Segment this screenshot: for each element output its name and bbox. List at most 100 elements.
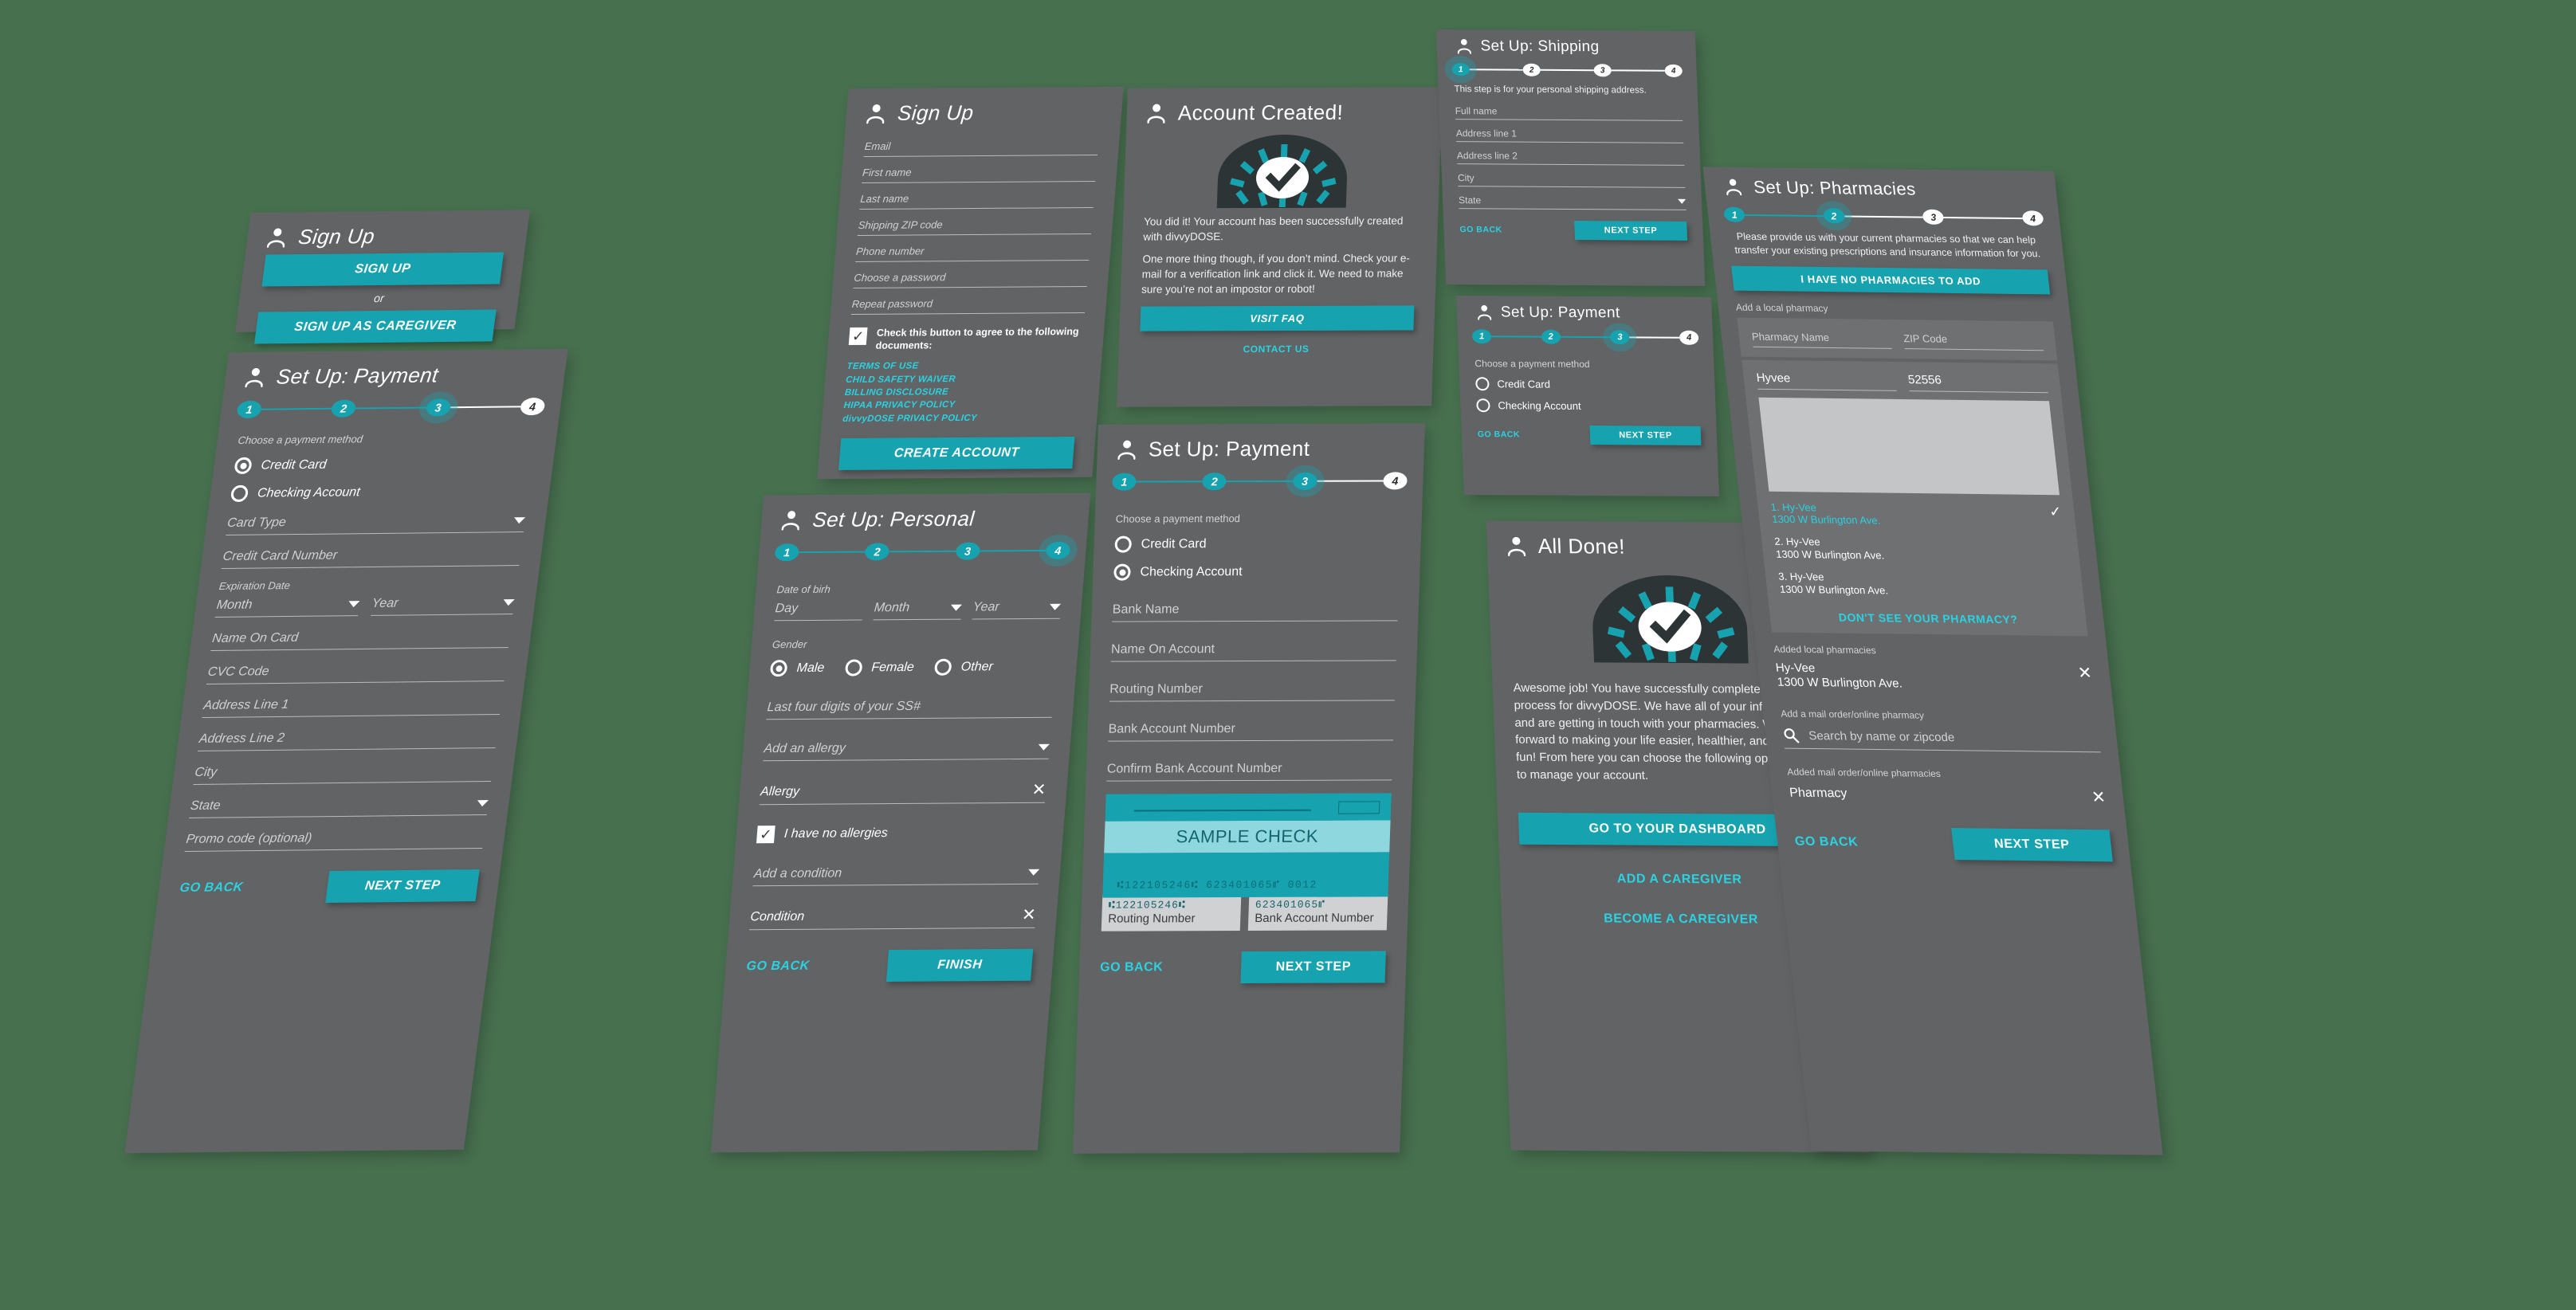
condition-chip[interactable]: Condition ✕: [749, 904, 1037, 931]
repeat-password-input[interactable]: Repeat password: [850, 294, 1086, 316]
radio-checking-account[interactable]: Checking Account: [230, 482, 530, 502]
pharmacy-map[interactable]: [1758, 397, 2060, 495]
name-on-account-input[interactable]: Name On Account: [1110, 640, 1397, 662]
full-name-input[interactable]: Full name: [1455, 104, 1683, 121]
routing-number-input[interactable]: Routing Number: [1109, 680, 1396, 702]
step-3[interactable]: 3: [1593, 64, 1612, 77]
step-4[interactable]: 4: [1664, 64, 1683, 77]
step-1[interactable]: 1: [774, 543, 800, 562]
radio-gender-female[interactable]: Female: [844, 659, 914, 677]
step-1[interactable]: 1: [1471, 329, 1492, 344]
next-step-button[interactable]: NEXT STEP: [1574, 220, 1688, 241]
doc-link-billing-disclosure[interactable]: BILLING DISCLOSURE: [844, 385, 1078, 399]
step-1[interactable]: 1: [1451, 63, 1470, 76]
credit-card-number-input[interactable]: Credit Card Number: [221, 545, 522, 569]
step-4[interactable]: 4: [519, 398, 546, 416]
bank-account-number-input[interactable]: Bank Account Number: [1108, 720, 1395, 742]
close-icon[interactable]: ✕: [1021, 906, 1036, 924]
city-input[interactable]: City: [1457, 171, 1686, 188]
doc-link-child-safety-waiver[interactable]: CHILD SAFETY WAIVER: [846, 372, 1080, 386]
doc-link-terms-of-use[interactable]: TERMS OF USE: [846, 359, 1081, 373]
radio-gender-male[interactable]: Male: [769, 660, 825, 677]
go-back-link[interactable]: GO BACK: [1100, 960, 1164, 975]
city-input[interactable]: City: [193, 761, 494, 785]
phone-number-input[interactable]: Phone number: [855, 241, 1091, 263]
radio-credit-card[interactable]: Credit Card: [234, 454, 533, 474]
cvc-code-input[interactable]: CVC Code: [206, 661, 507, 684]
radio-checking-account[interactable]: Checking Account: [1113, 563, 1400, 581]
step-2[interactable]: 2: [330, 399, 357, 418]
doc-link-hipaa-privacy-policy[interactable]: HIPAA PRIVACY POLICY: [843, 398, 1078, 412]
add-allergy-select[interactable]: Add an allergy: [763, 738, 1050, 762]
radio-credit-card[interactable]: Credit Card: [1114, 535, 1400, 553]
step-2[interactable]: 2: [1822, 208, 1845, 224]
step-2[interactable]: 2: [1202, 473, 1227, 491]
dont-see-pharmacy-link[interactable]: DON'T SEE YOUR PHARMACY?: [1782, 610, 2074, 626]
step-4[interactable]: 4: [1045, 541, 1071, 559]
go-back-link[interactable]: GO BACK: [1478, 429, 1521, 439]
step-1[interactable]: 1: [236, 400, 263, 419]
promo-code-input[interactable]: Promo code (optional): [184, 828, 485, 852]
step-3[interactable]: 3: [425, 398, 452, 417]
state-select[interactable]: State: [1458, 193, 1687, 210]
address-line-1-input[interactable]: Address Line 1: [202, 694, 503, 718]
create-account-button[interactable]: CREATE ACCOUNT: [838, 436, 1075, 470]
radio-credit-card[interactable]: Credit Card: [1475, 377, 1699, 392]
go-back-link[interactable]: GO BACK: [1459, 225, 1502, 234]
radio-checking-account[interactable]: Checking Account: [1476, 398, 1700, 414]
step-3[interactable]: 3: [1292, 472, 1317, 490]
dob-year-select[interactable]: Year: [972, 598, 1062, 620]
bank-name-input[interactable]: Bank Name: [1112, 600, 1399, 622]
dob-day-input[interactable]: Day: [774, 599, 864, 622]
address-line-2-input[interactable]: Address line 2: [1456, 148, 1685, 166]
step-1[interactable]: 1: [1112, 473, 1137, 491]
pharmacy-name-value[interactable]: Hyvee: [1755, 369, 1897, 391]
no-allergies-checkbox-row[interactable]: ✓ I have no allergies: [756, 824, 1043, 844]
step-3[interactable]: 3: [1610, 330, 1630, 345]
choose-password-input[interactable]: Choose a password: [853, 268, 1089, 289]
close-icon[interactable]: ✕: [2091, 788, 2107, 806]
no-pharmacies-button[interactable]: I HAVE NO PHARMACIES TO ADD: [1731, 265, 2051, 294]
radio-gender-other[interactable]: Other: [933, 658, 994, 676]
allergy-chip[interactable]: Allergy ✕: [759, 779, 1047, 806]
pharmacy-name-input[interactable]: Pharmacy Name: [1750, 328, 1892, 349]
confirm-bank-account-number-input[interactable]: Confirm Bank Account Number: [1106, 759, 1393, 782]
list-item[interactable]: 3. Hy-Vee 1300 W Burlington Ave.: [1777, 571, 2071, 599]
step-3[interactable]: 3: [1922, 209, 1945, 225]
expiry-year-select[interactable]: Year: [370, 594, 516, 616]
go-back-link[interactable]: GO BACK: [179, 881, 244, 896]
agree-checkbox-row[interactable]: ✓ Check this button to agree to the foll…: [848, 326, 1084, 352]
first-name-input[interactable]: First name: [862, 163, 1098, 184]
last-name-input[interactable]: Last name: [859, 189, 1095, 210]
email-input[interactable]: Email: [863, 136, 1099, 158]
expiry-month-select[interactable]: Month: [214, 595, 360, 618]
pharmacy-zip-value[interactable]: 52556: [1906, 371, 2048, 393]
step-4[interactable]: 4: [1383, 472, 1408, 490]
step-4[interactable]: 4: [1679, 330, 1699, 345]
step-1[interactable]: 1: [1722, 206, 1746, 222]
address-line-1-input[interactable]: Address line 1: [1455, 126, 1684, 143]
doc-link-divvydose-privacy-policy[interactable]: divvyDOSE PRIVACY POLICY: [842, 411, 1077, 426]
address-line-2-input[interactable]: Address Line 2: [197, 728, 498, 751]
next-step-button[interactable]: NEXT STEP: [1589, 426, 1702, 445]
step-2[interactable]: 2: [1522, 63, 1541, 76]
list-item[interactable]: 1. Hy-Vee 1300 W Burlington Ave. ✓: [1770, 500, 2064, 529]
go-back-link[interactable]: GO BACK: [1794, 835, 1859, 850]
sign-up-as-caregiver-button[interactable]: SIGN UP AS CAREGIVER: [254, 309, 497, 344]
list-item[interactable]: 2. Hy-Vee 1300 W Burlington Ave.: [1774, 535, 2067, 564]
next-step-button[interactable]: NEXT STEP: [1240, 951, 1386, 984]
close-icon[interactable]: ✕: [1031, 781, 1046, 799]
step-4[interactable]: 4: [2021, 210, 2044, 226]
pharmacy-zip-input[interactable]: ZIP Code: [1903, 330, 2044, 351]
step-2[interactable]: 2: [1541, 329, 1561, 344]
state-select[interactable]: State: [189, 794, 489, 818]
dob-month-select[interactable]: Month: [873, 598, 963, 621]
visit-faq-button[interactable]: VISIT FAQ: [1140, 305, 1415, 331]
finish-button[interactable]: FINISH: [886, 948, 1034, 982]
shipping-zip-input[interactable]: Shipping ZIP code: [857, 215, 1093, 237]
go-back-link[interactable]: GO BACK: [746, 959, 810, 975]
close-icon[interactable]: ✕: [2077, 664, 2093, 682]
step-2[interactable]: 2: [864, 543, 890, 561]
name-on-card-input[interactable]: Name On Card: [210, 627, 512, 651]
next-step-button[interactable]: NEXT STEP: [1951, 828, 2113, 862]
